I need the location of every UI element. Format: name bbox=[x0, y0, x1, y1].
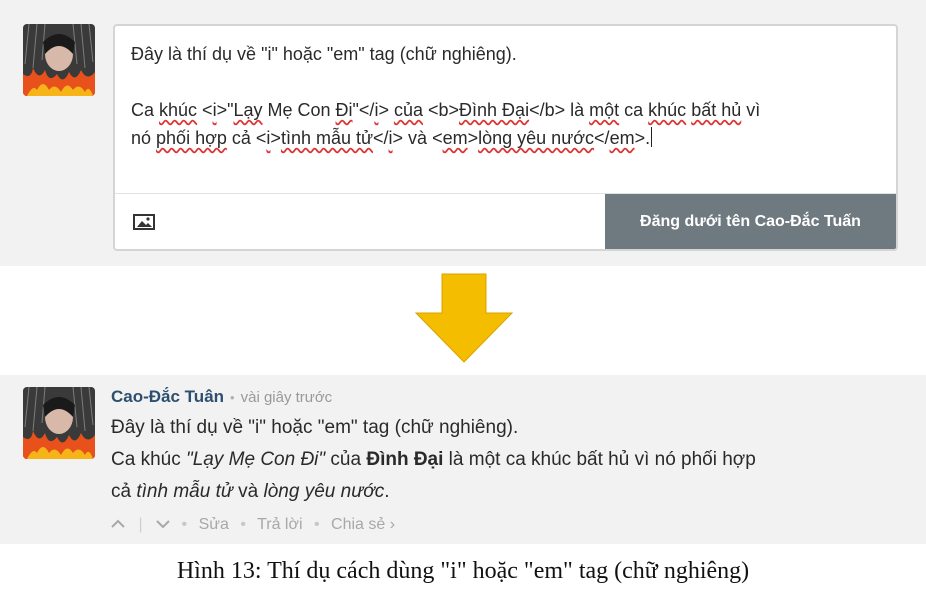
bold-text: Đình Đại bbox=[366, 449, 444, 470]
text-caret bbox=[651, 127, 653, 147]
action-separator: • bbox=[240, 516, 246, 533]
comment-line: Đây là thí dụ về "i" hoặc "em" tag (chữ … bbox=[111, 417, 519, 438]
comment-body: Đây là thí dụ về "i" hoặc "em" tag (chữ … bbox=[111, 412, 901, 508]
downvote-icon[interactable] bbox=[156, 516, 174, 533]
post-button[interactable]: Đăng dưới tên Cao-Đắc Tuấn bbox=[605, 194, 896, 249]
editor-line: nó phối hợp cả <i>tình mẫu tử</i> và <em… bbox=[131, 127, 653, 148]
italic-text: tình mẫu tử bbox=[136, 481, 233, 502]
editor-line: Đây là thí dụ về "i" hoặc "em" tag (chữ … bbox=[131, 44, 517, 64]
action-separator: • bbox=[181, 516, 188, 533]
avatar bbox=[23, 387, 95, 459]
arrow-down-icon bbox=[414, 273, 514, 363]
posted-comment-panel: Cao-Đắc Tuân • vài giây trước Đây là thí d… bbox=[0, 375, 926, 544]
italic-text: lòng yêu nước bbox=[263, 481, 385, 502]
comment-line: Ca khúc "Lạy Mẹ Con Đi" của Đình Đại là … bbox=[111, 449, 756, 470]
avatar bbox=[23, 24, 95, 96]
header-separator: • bbox=[230, 390, 235, 405]
comment-textarea[interactable]: Đây là thí dụ về "i" hoặc "em" tag (chữ … bbox=[113, 24, 898, 251]
upvote-icon[interactable] bbox=[111, 516, 129, 533]
comment-author[interactable]: Cao-Đắc Tuân bbox=[111, 387, 224, 406]
italic-text: "Lạy Mẹ Con Đi" bbox=[185, 449, 326, 470]
editor-content[interactable]: Đây là thí dụ về "i" hoặc "em" tag (chữ … bbox=[131, 40, 881, 152]
comment-line: cả tình mẫu tử và lòng yêu nước. bbox=[111, 481, 390, 502]
reply-link[interactable]: Trả lời bbox=[257, 516, 302, 533]
comment-actions: | • Sửa • Trả lời • Chia sẻ › bbox=[111, 510, 901, 540]
figure-caption: Hình 13: Thí dụ cách dùng "i" hoặc "em" … bbox=[176, 558, 750, 584]
vote-divider: | bbox=[138, 516, 143, 533]
share-link[interactable]: Chia sẻ › bbox=[331, 516, 395, 533]
comment: Cao-Đắc Tuân • vài giây trước Đây là thí d… bbox=[111, 383, 901, 540]
comment-editor-panel: Đây là thí dụ về "i" hoặc "em" tag (chữ … bbox=[0, 0, 926, 266]
edit-link[interactable]: Sửa bbox=[199, 516, 229, 533]
action-separator: • bbox=[313, 516, 320, 533]
editor-line: Ca khúc <i>"Lạy Mẹ Con Đi"</i> của <b>Đì… bbox=[131, 100, 761, 120]
comment-header: Cao-Đắc Tuân • vài giây trước bbox=[111, 383, 901, 412]
editor-toolbar: Đăng dưới tên Cao-Đắc Tuấn bbox=[115, 193, 896, 249]
image-icon[interactable] bbox=[133, 214, 155, 230]
comment-timestamp[interactable]: vài giây trước bbox=[241, 389, 333, 406]
